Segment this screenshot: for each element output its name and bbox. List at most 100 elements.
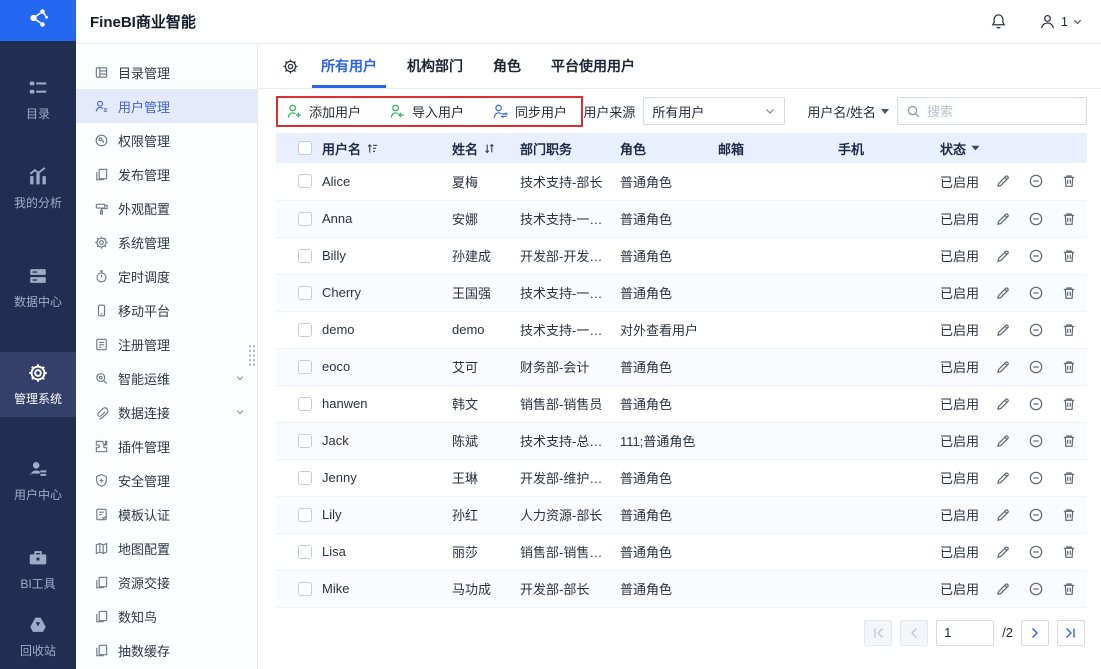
menu-item-mobile-platform[interactable]: 移动平台 [76,293,257,327]
column-header-dept[interactable]: 部门职务 [514,133,614,163]
menu-item-appearance-config[interactable]: 外观配置 [76,191,257,225]
row-checkbox[interactable] [298,285,312,300]
row-checkbox[interactable] [298,507,312,522]
column-header-name[interactable]: 姓名 [446,133,514,163]
menu-item-template-cert[interactable]: 模板认证 [76,497,257,531]
menu-item-map-config[interactable]: 地图配置 [76,531,257,565]
first-page-button[interactable] [864,619,893,646]
search-field-picker[interactable]: 用户名/姓名 [807,102,889,121]
disable-user-button[interactable] [1028,396,1044,412]
menu-item-extract-cache[interactable]: 抽数缓存 [76,633,257,667]
user-menu[interactable]: 1 [1038,12,1083,31]
edit-user-button[interactable] [995,248,1011,264]
disable-user-button[interactable] [1028,544,1044,560]
menu-item-system-mgmt[interactable]: 系统管理 [76,225,257,259]
edit-user-button[interactable] [995,359,1011,375]
settings-gear-icon[interactable] [282,44,299,88]
notification-bell-icon[interactable] [989,12,1008,31]
row-checkbox[interactable] [298,248,312,263]
menu-item-publish-mgmt[interactable]: 发布管理 [76,157,257,191]
disable-user-button[interactable] [1028,433,1044,449]
row-checkbox[interactable] [298,581,312,596]
row-checkbox[interactable] [298,174,312,189]
edit-user-button[interactable] [995,581,1011,597]
delete-user-button[interactable] [1061,581,1077,597]
row-checkbox[interactable] [298,322,312,337]
menu-item-security-mgmt[interactable]: 安全管理 [76,463,257,497]
filter-caret-icon[interactable] [971,145,980,151]
delete-user-button[interactable] [1061,507,1077,523]
page-number-input[interactable] [936,619,995,646]
disable-user-button[interactable] [1028,359,1044,375]
menu-item-resource-handover[interactable]: 资源交接 [76,565,257,599]
edit-user-button[interactable] [995,173,1011,189]
delete-user-button[interactable] [1061,433,1077,449]
sidebar-item-admin-system[interactable]: 管理系统 [0,352,76,417]
sidebar-item-user-center[interactable]: 用户中心 [0,448,76,513]
delete-user-button[interactable] [1061,173,1077,189]
import-user-button[interactable]: 导入用户 [389,102,464,121]
column-header-role[interactable]: 角色 [614,133,712,163]
sidebar-item-my-analysis[interactable]: 我的分析 [0,156,76,221]
row-checkbox[interactable] [298,433,312,448]
edit-user-button[interactable] [995,211,1011,227]
delete-user-button[interactable] [1061,470,1077,486]
delete-user-button[interactable] [1061,285,1077,301]
tab-platform-users[interactable]: 平台使用用户 [551,44,635,88]
tab-all-users[interactable]: 所有用户 [312,44,386,88]
edit-user-button[interactable] [995,470,1011,486]
add-user-button[interactable]: 添加用户 [286,102,361,121]
sidebar-item-data-center[interactable]: 数据中心 [0,255,76,320]
app-logo[interactable] [0,0,76,41]
delete-user-button[interactable] [1061,359,1077,375]
row-checkbox[interactable] [298,396,312,411]
column-header-phone[interactable]: 手机 [832,133,934,163]
delete-user-button[interactable] [1061,396,1077,412]
row-checkbox[interactable] [298,211,312,226]
menu-item-user-mgmt[interactable]: 用户管理 [76,89,257,123]
menu-item-register-mgmt[interactable]: 注册管理 [76,327,257,361]
edit-user-button[interactable] [995,433,1011,449]
delete-user-button[interactable] [1061,544,1077,560]
menu-item-catalog-mgmt[interactable]: 目录管理 [76,55,257,89]
row-checkbox[interactable] [298,544,312,559]
disable-user-button[interactable] [1028,470,1044,486]
sort-both-icon[interactable] [483,142,496,155]
edit-user-button[interactable] [995,285,1011,301]
edit-user-button[interactable] [995,544,1011,560]
disable-user-button[interactable] [1028,507,1044,523]
disable-user-button[interactable] [1028,322,1044,338]
disable-user-button[interactable] [1028,173,1044,189]
row-checkbox[interactable] [298,470,312,485]
column-header-username[interactable]: 用户名 [316,133,446,163]
sidebar-item-catalog[interactable]: 目录 [0,67,76,132]
disable-user-button[interactable] [1028,211,1044,227]
edit-user-button[interactable] [995,507,1011,523]
sidebar-resize-handle[interactable] [248,344,256,367]
menu-item-intelligent-ops[interactable]: 智能运维 [76,361,257,395]
last-page-button[interactable] [1057,619,1085,646]
column-header-email[interactable]: 邮箱 [712,133,832,163]
sort-asc-icon[interactable] [366,142,379,155]
column-header-status[interactable]: 状态 [934,133,992,163]
next-page-button[interactable] [1021,619,1049,646]
sync-user-button[interactable]: 同步用户 [492,102,567,121]
menu-item-shuzhiniao[interactable]: 数知鸟 [76,599,257,633]
sidebar-item-bi-tools[interactable]: BI工具 [0,537,76,602]
edit-user-button[interactable] [995,322,1011,338]
disable-user-button[interactable] [1028,285,1044,301]
sidebar-item-recycle-bin[interactable]: 回收站 [0,604,76,669]
edit-user-button[interactable] [995,396,1011,412]
delete-user-button[interactable] [1061,211,1077,227]
search-input[interactable] [927,103,1078,119]
tab-org-dept[interactable]: 机构部门 [407,44,463,88]
select-all-checkbox[interactable] [298,141,312,155]
row-checkbox[interactable] [298,359,312,374]
menu-item-permission-mgmt[interactable]: 权限管理 [76,123,257,157]
disable-user-button[interactable] [1028,248,1044,264]
tab-role[interactable]: 角色 [493,44,521,88]
delete-user-button[interactable] [1061,248,1077,264]
menu-item-data-connection[interactable]: 数据连接 [76,395,257,429]
prev-page-button[interactable] [900,619,929,646]
delete-user-button[interactable] [1061,322,1077,338]
